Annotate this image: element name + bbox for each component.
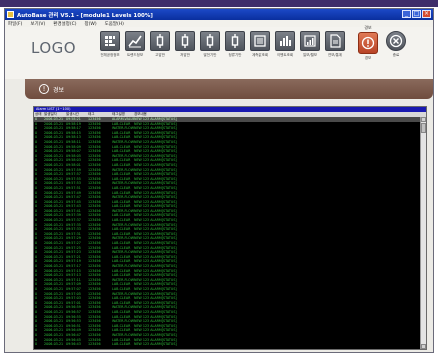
alarm-rows: 0 2006-03-21 09:58:21 123456 ALARM-VALUE NEW … (34, 117, 420, 349)
tool-label: 종료 (392, 53, 400, 57)
menu-help[interactable]: 도움말(H) (105, 21, 124, 27)
minimize-button[interactable]: _ (402, 10, 411, 18)
tool-io-b[interactable]: 저압반 (174, 31, 196, 65)
plug-icon (175, 31, 195, 51)
alarm-icon (358, 32, 378, 54)
window-controls: _ □ × (402, 10, 431, 18)
bar-report-icon (275, 31, 295, 51)
scroll-thumb[interactable] (421, 123, 426, 133)
plug-icon (225, 31, 245, 51)
tool-report-c[interactable]: 연보/통계 (324, 31, 346, 65)
alarm-icon: ! (39, 84, 49, 94)
tool-label: 일보/월보 (302, 53, 318, 57)
menu-settings[interactable]: 환경설정(C) (53, 21, 76, 27)
tool-label: 저압반 (180, 53, 190, 57)
vertical-scrollbar[interactable] (420, 117, 426, 349)
tool-label: 전체공정정보 (100, 53, 120, 57)
table-row[interactable]: 0 2006-03-21 09:56:43 123456 LAB-CLEAR NEW 12… (34, 342, 420, 347)
tool-trend[interactable]: 트렌드정보 (124, 31, 146, 65)
scroll-up-arrow[interactable] (421, 117, 426, 122)
top-band (0, 0, 438, 7)
tool-io-a[interactable]: 고압반 (149, 31, 171, 65)
chart-report-icon (300, 31, 320, 51)
plug-icon (200, 31, 220, 51)
tool-label: 이벤트조회 (276, 53, 294, 57)
menu-file[interactable]: 파일(F) (8, 21, 22, 27)
tool-report-a[interactable]: 이벤트조회 (274, 31, 296, 65)
tool-report-b[interactable]: 일보/월보 (299, 31, 321, 65)
monitor-icon (250, 31, 270, 51)
logo: LOGO (31, 39, 77, 57)
status-text: 경보 (53, 86, 65, 94)
tool-monitor[interactable]: 계측값조회 (249, 31, 271, 65)
tool-label: 연보/통계 (327, 53, 343, 57)
table-cell: 123456 (88, 342, 101, 347)
table-cell: NEW 123 ALARM[STATUS] (134, 342, 177, 347)
table-cell: 09:56:43 (66, 342, 81, 347)
app-icon (7, 11, 14, 18)
tool-alarm[interactable]: 경보 경보 (357, 25, 379, 65)
tool-label: 계측값조회 (251, 53, 269, 57)
alarm-status-bar: ! 경보 (25, 79, 433, 99)
plug-icon (150, 31, 170, 51)
window-title: AutoBase 관리 V5.1 - [module1 Levels 100%] (17, 12, 153, 19)
alarm-list-panel: Alarm LIST (1~100) 상태 발생일자 발생시간 태그 태그설명 … (33, 106, 427, 350)
tool-graphics[interactable]: 전체공정정보 (99, 31, 121, 65)
close-button[interactable]: × (422, 10, 431, 18)
title-bar[interactable]: AutoBase 관리 V5.1 - [module1 Levels 100%]… (5, 9, 433, 20)
table-cell: 0 (35, 342, 38, 347)
scroll-down-arrow[interactable] (421, 344, 426, 349)
menu-view[interactable]: 보기(V) (30, 21, 45, 27)
grid-icon (100, 31, 120, 51)
tool-io-c[interactable]: 발전기반 (199, 31, 221, 65)
tool-label: 정류기반 (228, 53, 242, 57)
document-icon (325, 31, 345, 51)
maximize-button[interactable]: □ (412, 10, 421, 18)
tool-label: 트렌드정보 (126, 53, 144, 57)
tool-label: 발전기반 (203, 53, 217, 57)
tool-exit[interactable]: 종료 (385, 31, 407, 65)
alarm-top-label: 경보 (364, 25, 372, 30)
tool-io-d[interactable]: 정류기반 (224, 31, 246, 65)
tool-label: 경보 (364, 56, 372, 60)
table-cell: LAB-CLEAR (112, 342, 131, 347)
menu-window[interactable]: 창(W) (84, 21, 96, 27)
app-window: AutoBase 관리 V5.1 - [module1 Levels 100%]… (4, 8, 434, 353)
table-cell: 2006-03-21 (44, 342, 64, 347)
exit-icon (386, 31, 406, 51)
trend-chart-icon (125, 31, 145, 51)
tool-label: 고압반 (155, 53, 165, 57)
toolbar: LOGO 전체공정정보 트렌드정보 고압반 저압반 발전기반 정류기반 계측값조… (5, 25, 433, 79)
